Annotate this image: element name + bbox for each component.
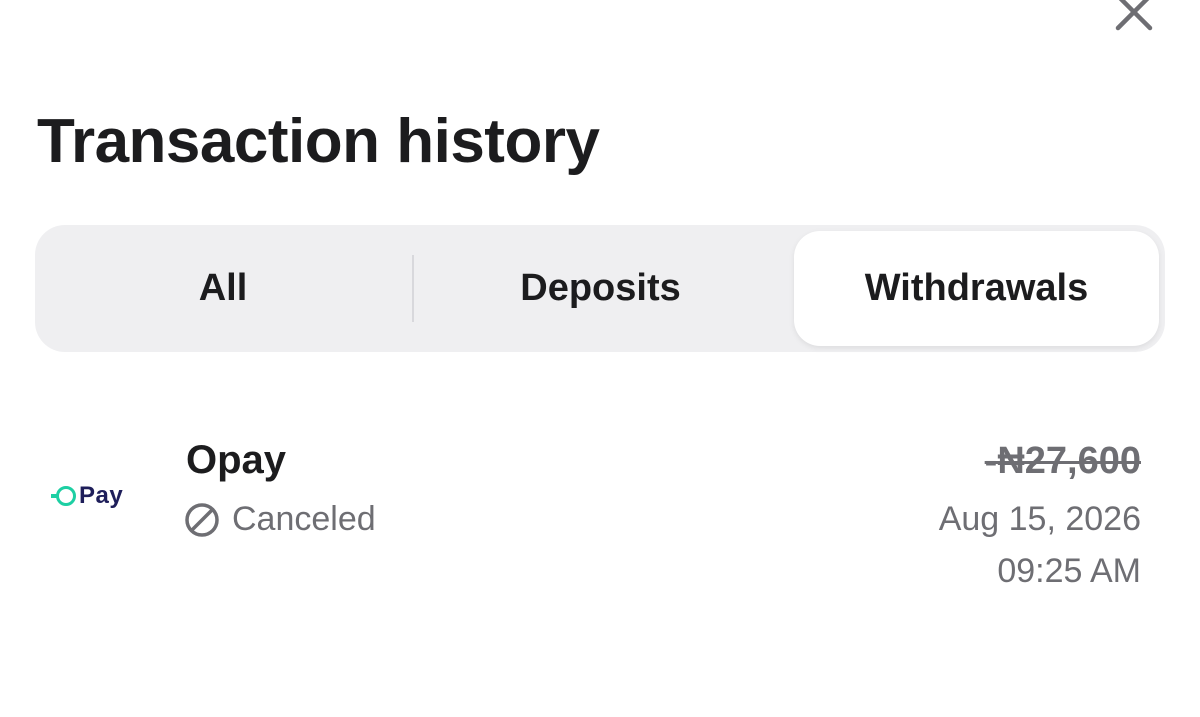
opay-logo: Pay [51,482,124,510]
transaction-status: Canceled [184,500,376,539]
transaction-status-label: Canceled [232,500,376,538]
cancel-icon [185,502,219,537]
transaction-amount: -₦27,600 [984,440,1141,482]
close-icon [1115,0,1153,31]
transaction-type-tabs: All Deposits Withdrawals [35,225,1165,352]
transaction-row[interactable]: Pay Opay Canceled -₦27,600 Aug 15, 2026 … [0,420,1200,600]
transaction-name: Opay [186,438,287,482]
tab-deposits[interactable]: Deposits [412,225,789,352]
close-button[interactable] [1110,0,1158,32]
tab-all[interactable]: All [35,225,411,352]
page-title: Transaction history [37,107,600,176]
opay-logo-mark [51,486,76,506]
transaction-date: Aug 15, 2026 [938,500,1141,538]
opay-logo-text: Pay [79,482,124,509]
transaction-time: 09:25 AM [997,552,1141,590]
transaction-history-screen: Transaction history All Deposits Withdra… [0,0,1200,717]
tab-withdrawals[interactable]: Withdrawals [794,231,1159,346]
